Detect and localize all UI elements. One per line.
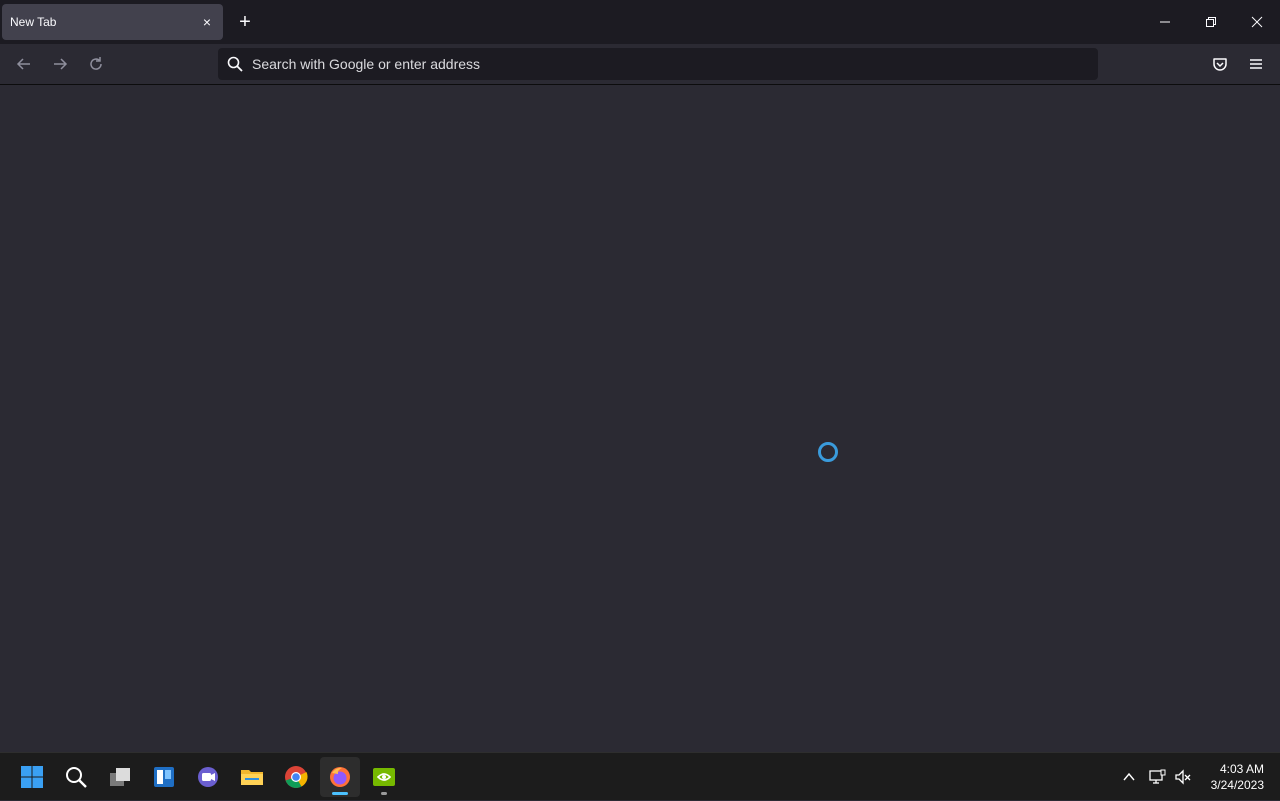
restore-button[interactable] bbox=[1188, 0, 1234, 44]
nvidia-button[interactable] bbox=[364, 757, 404, 797]
nav-bar bbox=[0, 44, 1280, 85]
minimize-icon bbox=[1160, 21, 1170, 23]
tab-title: New Tab bbox=[10, 15, 57, 29]
volume-muted-icon bbox=[1175, 769, 1191, 785]
volume-button[interactable] bbox=[1171, 753, 1195, 801]
hamburger-menu-icon bbox=[1250, 59, 1262, 69]
pocket-button[interactable] bbox=[1206, 52, 1234, 76]
task-view-icon bbox=[110, 768, 130, 786]
taskbar-search-button[interactable] bbox=[56, 757, 96, 797]
tab-bar: New Tab × + bbox=[0, 0, 1280, 44]
loading-spinner bbox=[818, 442, 838, 462]
network-status-button[interactable] bbox=[1145, 753, 1169, 801]
minimize-button[interactable] bbox=[1142, 0, 1188, 44]
back-arrow-icon bbox=[16, 58, 30, 70]
nvidia-icon bbox=[373, 768, 395, 786]
taskbar: 4:03 AM 3/24/2023 bbox=[0, 752, 1280, 800]
clock[interactable]: 4:03 AM 3/24/2023 bbox=[1211, 761, 1264, 793]
search-icon bbox=[226, 55, 244, 73]
start-button[interactable] bbox=[12, 757, 52, 797]
active-indicator bbox=[332, 792, 348, 795]
firefox-icon bbox=[330, 767, 350, 787]
widgets-button[interactable] bbox=[144, 757, 184, 797]
windows-logo-icon bbox=[21, 766, 43, 788]
reload-button[interactable] bbox=[82, 52, 110, 76]
task-view-button[interactable] bbox=[100, 757, 140, 797]
reload-icon bbox=[90, 57, 102, 70]
close-window-button[interactable] bbox=[1234, 0, 1280, 44]
folder-icon bbox=[241, 770, 263, 785]
show-hidden-icons-button[interactable] bbox=[1118, 753, 1140, 801]
firefox-button[interactable] bbox=[320, 757, 360, 797]
restore-icon bbox=[1206, 17, 1216, 27]
chat-button[interactable] bbox=[188, 757, 228, 797]
forward-arrow-icon bbox=[54, 58, 68, 70]
close-icon bbox=[1251, 16, 1263, 28]
forward-button[interactable] bbox=[46, 52, 74, 76]
back-button[interactable] bbox=[10, 52, 38, 76]
chat-icon bbox=[198, 767, 218, 787]
chrome-button[interactable] bbox=[276, 757, 316, 797]
pocket-icon bbox=[1213, 58, 1227, 71]
search-icon bbox=[66, 767, 87, 788]
clock-date: 3/24/2023 bbox=[1210, 778, 1264, 792]
chevron-up-icon bbox=[1123, 772, 1135, 781]
url-bar[interactable] bbox=[218, 48, 1098, 80]
clock-time: 4:03 AM bbox=[1219, 762, 1264, 776]
tab-close-button[interactable]: × bbox=[195, 10, 219, 34]
new-tab-button[interactable]: + bbox=[232, 9, 258, 35]
tab-new-tab[interactable]: New Tab × bbox=[2, 4, 223, 40]
widgets-icon bbox=[154, 767, 174, 787]
chrome-icon bbox=[285, 766, 308, 788]
running-indicator bbox=[381, 792, 387, 795]
page-content bbox=[0, 85, 1280, 752]
app-menu-button[interactable] bbox=[1242, 52, 1270, 76]
url-input[interactable] bbox=[252, 56, 1098, 72]
network-icon bbox=[1149, 769, 1166, 784]
file-explorer-button[interactable] bbox=[232, 757, 272, 797]
